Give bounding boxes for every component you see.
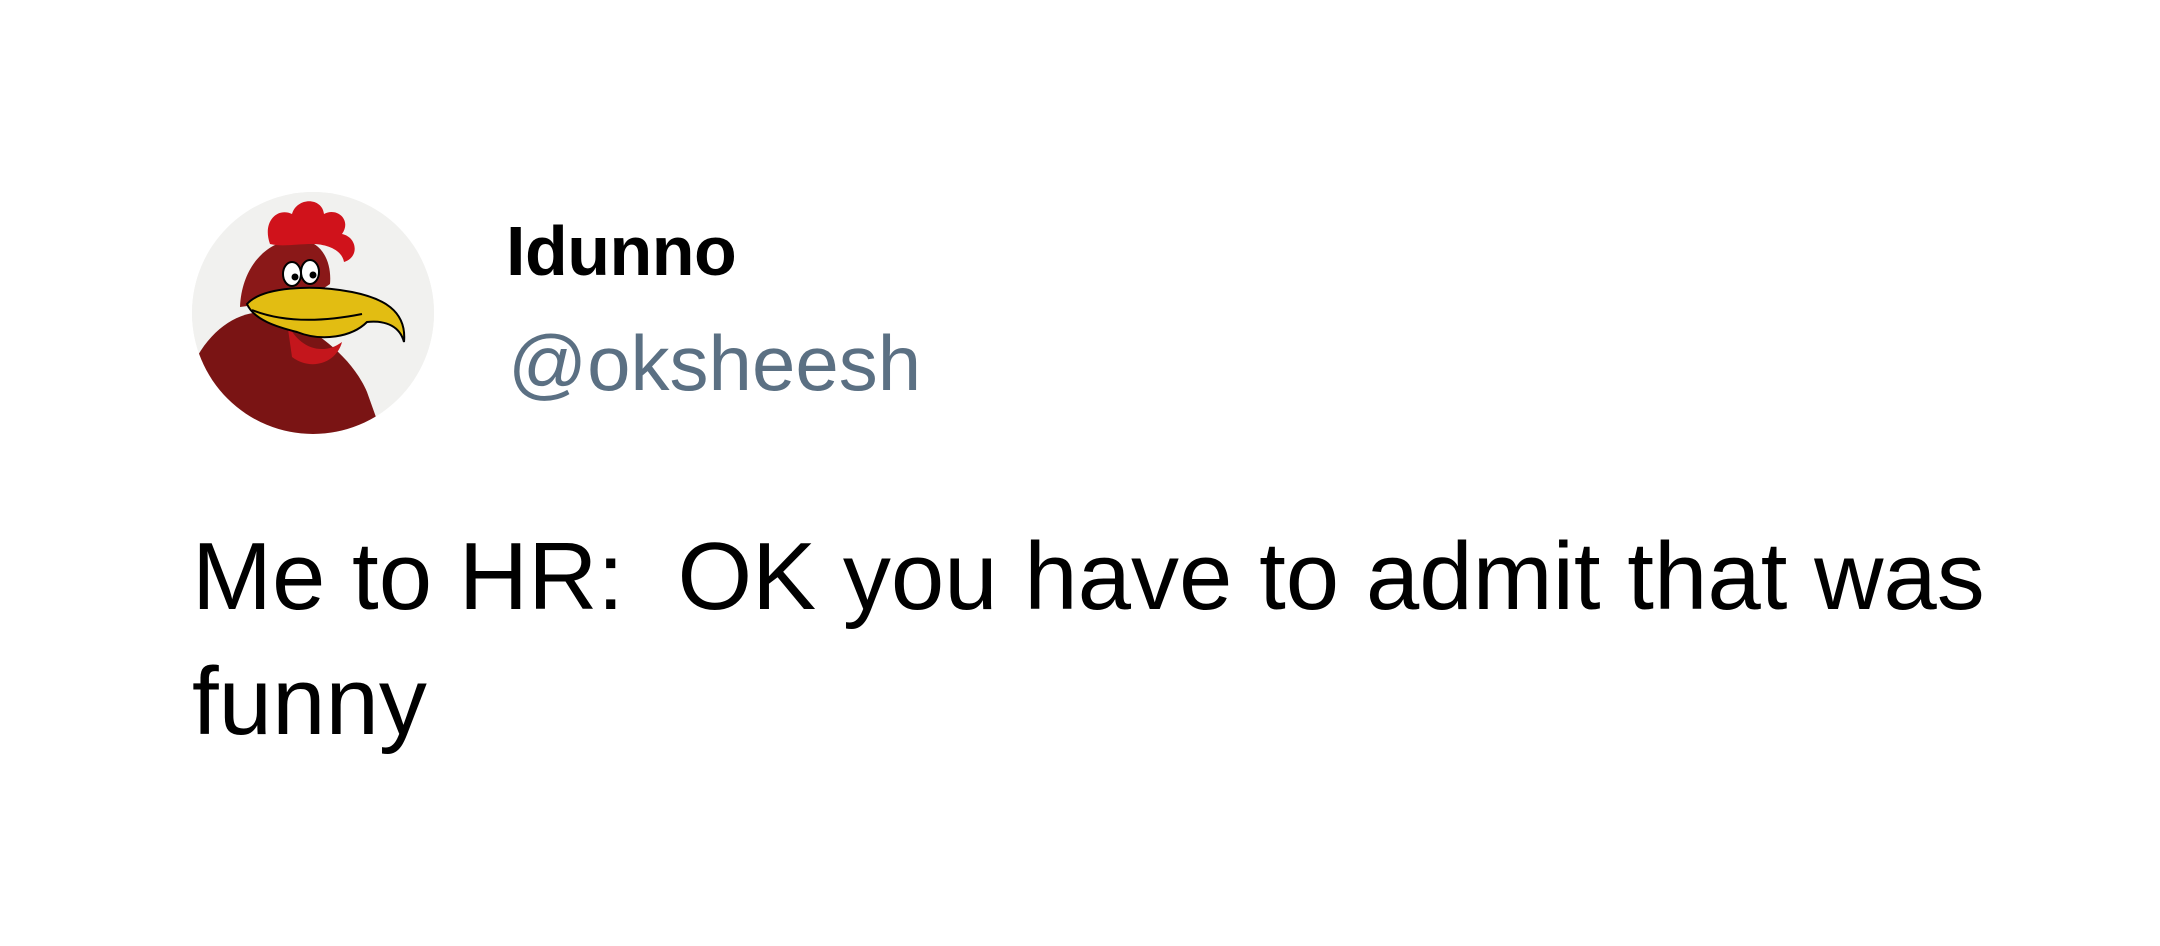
rooster-avatar-icon — [192, 192, 434, 434]
author-display-name[interactable]: Idunno — [506, 216, 737, 286]
tweet-card: Idunno @oksheesh Me to HR: OK you have t… — [0, 0, 2160, 946]
tweet-text: Me to HR: OK you have to admit that was … — [192, 523, 2012, 755]
avatar[interactable] — [192, 192, 434, 434]
author-handle[interactable]: @oksheesh — [508, 324, 921, 402]
